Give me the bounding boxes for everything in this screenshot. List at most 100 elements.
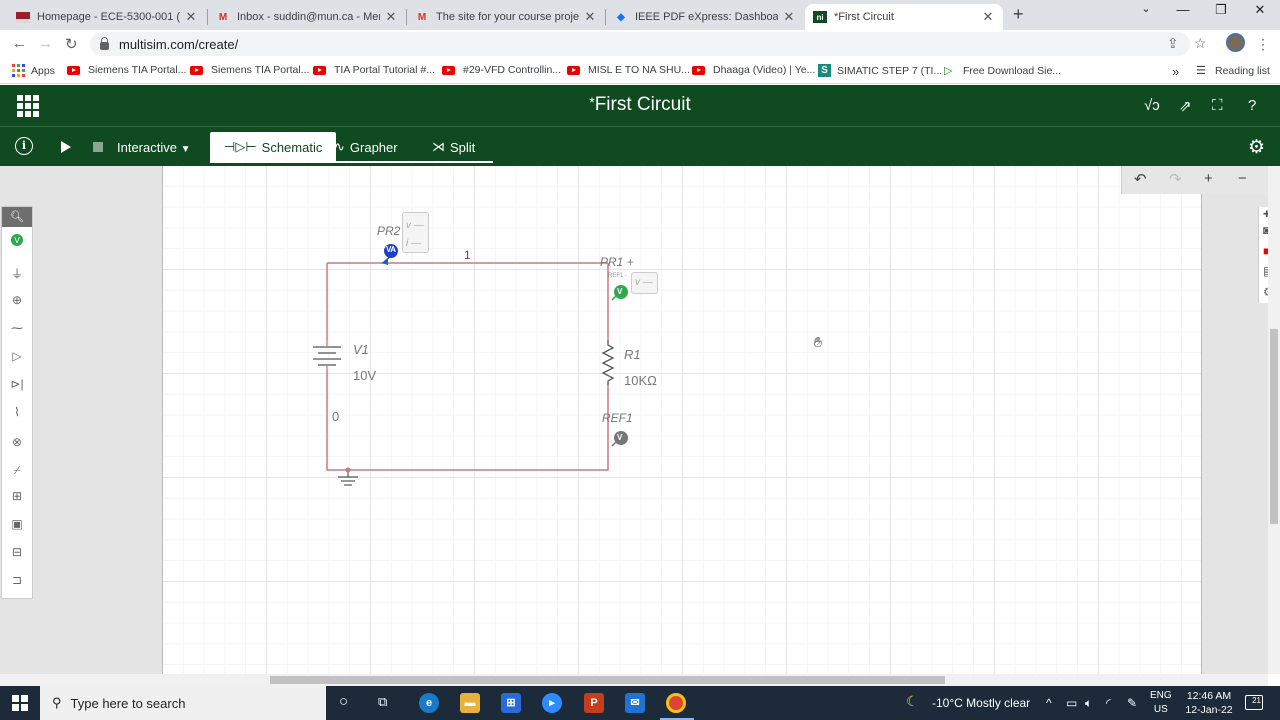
run-simulation-button[interactable] bbox=[61, 141, 71, 153]
reading-list-icon: ☰ bbox=[1196, 65, 1206, 77]
bookmark-star-icon[interactable]: ☆ bbox=[1194, 35, 1207, 52]
stop-simulation-button[interactable] bbox=[93, 142, 103, 152]
youtube-icon bbox=[313, 65, 326, 75]
r1-value: 10KΩ bbox=[624, 373, 657, 388]
fullscreen-icon[interactable]: ⛶ bbox=[1212, 97, 1223, 114]
system-clock[interactable]: 12:46 AM 12-Jan-22 bbox=[1181, 689, 1237, 717]
chevron-down-icon: ▼ bbox=[180, 144, 191, 155]
bookmarks-overflow-button[interactable]: » bbox=[1172, 64, 1179, 79]
close-tab-icon[interactable]: ✕ bbox=[384, 9, 398, 25]
browser-tab-active[interactable]: ni *First Circuit ✕ bbox=[805, 4, 1003, 30]
taskbar-search-input[interactable]: ⚲ Type here to search bbox=[40, 686, 326, 720]
tab-grapher[interactable]: ∿ Grapher bbox=[320, 132, 412, 162]
browser-menu-icon[interactable]: ⋮ bbox=[1256, 36, 1270, 53]
address-bar[interactable]: multisim.com/create/ bbox=[90, 32, 1190, 56]
multisim-version-icon[interactable]: √ↄ bbox=[1144, 97, 1160, 114]
pr2-badge: VA bbox=[386, 245, 396, 254]
tab-search-icon[interactable]: ⌄ bbox=[1131, 2, 1161, 15]
workspace: 🔍︎ V ⏚ ⊕ ⁓ ▷ ⊳| ⌇ ⊗ ⌿ ⊞ ▣ ⊟ ⊐ ↶ ↷ + − VA… bbox=[0, 166, 1268, 674]
pen-icon[interactable]: ✎ bbox=[1127, 696, 1137, 710]
ref1-badge: V bbox=[617, 433, 623, 442]
edge-icon[interactable]: e bbox=[419, 693, 439, 713]
share-icon[interactable]: ⇪ bbox=[1167, 35, 1179, 52]
tab-schematic[interactable]: ⊣▷⊢ Schematic bbox=[210, 132, 337, 162]
browser-tab[interactable]: Homepage - ECE-5300-001 (Elec ✕ bbox=[8, 4, 206, 30]
minimize-button[interactable]: — bbox=[1168, 2, 1198, 17]
scribd-icon: S bbox=[818, 64, 831, 77]
bookmark-apps[interactable]: Apps bbox=[12, 64, 55, 77]
forward-icon[interactable]: → bbox=[38, 35, 53, 52]
mail-icon[interactable]: ✉ bbox=[625, 693, 645, 713]
bookmark-link[interactable]: ▷ Free Download Sie... bbox=[944, 64, 1061, 78]
new-tab-button[interactable]: + bbox=[1013, 4, 1024, 25]
tray-chevron-icon[interactable]: ^ bbox=[1046, 696, 1052, 710]
battery-icon[interactable]: ▭ bbox=[1066, 696, 1077, 710]
tab-split[interactable]: ⋊ Split bbox=[418, 132, 489, 162]
help-icon[interactable]: ? bbox=[1248, 97, 1256, 114]
bookmark-link[interactable]: S SIMATIC STEP 7 (TI... bbox=[818, 64, 942, 77]
bookmark-link[interactable]: #29-VFD Controllin... bbox=[442, 64, 561, 76]
close-tab-icon[interactable]: ✕ bbox=[583, 9, 597, 25]
split-icon: ⋊ bbox=[432, 139, 445, 154]
multisim-favicon-icon: ni bbox=[813, 11, 827, 23]
notifications-icon[interactable]: 21 bbox=[1245, 695, 1263, 710]
cortana-icon[interactable]: ○ bbox=[339, 693, 348, 710]
bookmarks-bar: Apps Siemens TIA Portal... Siemens TIA P… bbox=[0, 58, 1280, 84]
pr1-readout: v — bbox=[631, 272, 658, 294]
youtube-icon bbox=[567, 65, 580, 75]
language-indicator[interactable]: ENG US bbox=[1150, 689, 1172, 717]
info-icon[interactable]: i bbox=[15, 137, 33, 155]
pr1-badge: V bbox=[617, 287, 623, 296]
app-launcher-icon[interactable] bbox=[17, 95, 39, 117]
resistor-r1-symbol[interactable] bbox=[601, 340, 615, 385]
reading-list-button[interactable]: ☰ Reading list bbox=[1196, 64, 1270, 78]
youtube-icon bbox=[67, 65, 80, 75]
bookmark-link[interactable]: Siemens TIA Portal... bbox=[190, 64, 309, 76]
close-tab-icon[interactable]: ✕ bbox=[184, 9, 198, 25]
bookmark-link[interactable]: Dhaaga (Video) | Ye... bbox=[692, 64, 815, 76]
chrome-icon[interactable] bbox=[666, 693, 686, 713]
close-window-button[interactable]: ✕ bbox=[1245, 2, 1275, 18]
circuit-diagram bbox=[313, 244, 628, 486]
gmail-favicon-icon: M bbox=[218, 11, 228, 23]
hand-cursor-icon: ✋︎ bbox=[814, 334, 822, 350]
horizontal-scrollbar[interactable] bbox=[0, 674, 1268, 686]
vertical-scrollbar[interactable] bbox=[1268, 166, 1280, 674]
bookmark-link[interactable]: Siemens TIA Portal... bbox=[67, 64, 186, 76]
task-view-icon[interactable]: ⧉ bbox=[378, 694, 387, 710]
page-title[interactable]: *First Circuit bbox=[90, 94, 1190, 116]
browser-tab-strip: Homepage - ECE-5300-001 (Elec ✕ M Inbox … bbox=[0, 0, 1280, 30]
gmail-favicon-icon: M bbox=[417, 11, 427, 23]
ref1-label: REF1 bbox=[602, 411, 633, 425]
wires bbox=[326, 262, 609, 471]
back-icon[interactable]: ← bbox=[12, 35, 27, 52]
browser-tab[interactable]: M The site for your course project ✕ bbox=[407, 4, 605, 30]
pr2-readout: v — i — bbox=[402, 212, 429, 253]
pr1-label: PR1 + bbox=[600, 255, 634, 269]
lock-icon bbox=[100, 37, 109, 50]
bookmark-link[interactable]: TIA Portal Tutorial #... bbox=[313, 64, 435, 76]
reload-icon[interactable]: ↻ bbox=[65, 35, 78, 53]
browser-tab[interactable]: ◆ IEEE PDF eXpress: Dashboard ✕ bbox=[606, 4, 804, 30]
battery-v1-symbol[interactable] bbox=[313, 340, 341, 370]
weather-moon-icon[interactable]: ☾ bbox=[906, 693, 919, 710]
wifi-icon[interactable]: ◜ bbox=[1106, 696, 1111, 710]
maximize-button[interactable]: ❐ bbox=[1206, 2, 1236, 18]
simulation-mode-select[interactable]: Interactive ▼ bbox=[117, 140, 191, 155]
close-tab-icon[interactable]: ✕ bbox=[981, 9, 995, 25]
file-explorer-icon[interactable]: ▬ bbox=[460, 693, 480, 713]
bookmark-link[interactable]: MISL E TO NA SHU... bbox=[567, 64, 690, 76]
volume-icon[interactable]: 🔈︎ bbox=[1085, 696, 1092, 711]
weather-text[interactable]: -10°C Mostly clear bbox=[932, 696, 1030, 710]
powerpoint-icon[interactable]: P bbox=[584, 693, 604, 713]
share-external-icon[interactable]: ⇗ bbox=[1179, 97, 1192, 115]
net-label-1: 1 bbox=[464, 248, 471, 262]
browser-tab[interactable]: M Inbox - suddin@mun.ca - Memo ✕ bbox=[208, 4, 406, 30]
settings-gear-icon[interactable]: ⚙ bbox=[1248, 136, 1265, 159]
windows-start-icon[interactable] bbox=[12, 695, 28, 711]
schematic-icon: ⊣▷⊢ bbox=[224, 139, 257, 154]
profile-avatar[interactable] bbox=[1226, 33, 1245, 52]
store-icon[interactable]: ⊞ bbox=[501, 693, 521, 713]
close-tab-icon[interactable]: ✕ bbox=[782, 9, 796, 25]
zoom-icon[interactable]: ▸ bbox=[542, 693, 562, 713]
